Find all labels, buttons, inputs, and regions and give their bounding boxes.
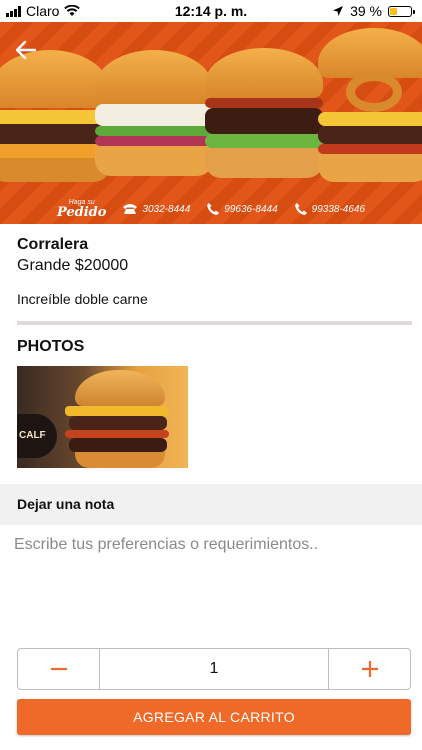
add-to-cart-button[interactable]: AGREGAR AL CARRITO	[17, 699, 411, 735]
product-description: Increíble doble carne	[17, 291, 148, 307]
plus-icon	[361, 661, 378, 677]
increase-quantity-button[interactable]	[329, 649, 410, 689]
banner-phone-2: 99636-8444	[224, 203, 278, 215]
minus-icon	[50, 667, 67, 671]
photo-logo-text: CALF	[19, 430, 46, 441]
burger-illustration-1	[0, 50, 110, 182]
section-divider	[17, 321, 412, 325]
banner-footer: Haga su Pedido 3032-8444 99636-8444 9933…	[0, 194, 422, 224]
product-size-price: Grande $20000	[17, 257, 129, 274]
phone-handset-icon	[294, 203, 307, 215]
telephone-icon	[123, 204, 138, 214]
note-textarea[interactable]	[12, 534, 414, 638]
decrease-quantity-button[interactable]	[18, 649, 99, 689]
banner-phone-1: 3032-8444	[142, 203, 191, 215]
photos-heading: PHOTOS	[17, 338, 85, 355]
battery-percent: 39 %	[350, 3, 382, 19]
location-arrow-icon	[333, 6, 344, 16]
burger-illustration-2	[95, 50, 213, 176]
quantity-stepper: 1	[17, 648, 411, 690]
burger-illustration-3	[205, 48, 323, 178]
banner-brand: Pedido	[56, 205, 107, 220]
battery-icon	[388, 5, 415, 17]
banner-phone-3: 99338-4646	[311, 203, 366, 215]
product-photo-thumbnail[interactable]: CALF	[17, 366, 188, 468]
burger-illustration-4	[318, 28, 422, 182]
product-banner-image: Haga su Pedido 3032-8444 99636-8444 9933…	[0, 22, 422, 224]
back-arrow-icon[interactable]	[12, 36, 40, 64]
status-bar: Claro 12:14 p. m. 39 %	[0, 0, 422, 22]
quantity-value: 1	[99, 649, 329, 689]
phone-handset-icon	[207, 203, 220, 215]
product-title: Corralera	[17, 236, 89, 253]
note-heading: Dejar una nota	[0, 484, 422, 525]
